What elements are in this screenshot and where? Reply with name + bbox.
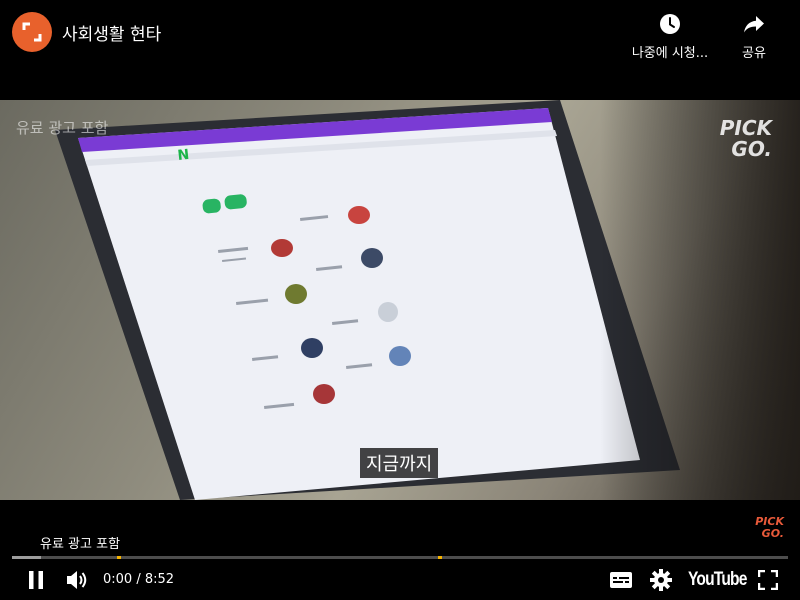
ad-marker (438, 556, 442, 559)
paid-promotion-label[interactable]: 유료 광고 포함 (40, 533, 120, 552)
video-title[interactable]: 사회생활 현타 (62, 20, 161, 45)
pause-icon (29, 571, 43, 589)
mini-logo-line-2: GO. (761, 527, 784, 540)
buffered-progress (12, 556, 41, 559)
channel-watermark[interactable]: PICK GO. (755, 516, 784, 540)
video-player[interactable]: N 유료 광고 포함 PICK GO. 지금까지 (0, 100, 800, 500)
pickgo-watermark-logo: PICK GO. (720, 118, 772, 160)
progress-bar[interactable] (12, 556, 788, 559)
fullscreen-button[interactable] (756, 568, 780, 592)
volume-icon (67, 571, 87, 589)
share-label: 공유 (742, 46, 766, 61)
ad-marker (117, 556, 121, 559)
top-bar: 사회생활 현타 나중에 시청... 공유 (0, 0, 800, 64)
settings-button[interactable] (649, 568, 673, 592)
logo-line-1: PICK (719, 116, 772, 140)
watch-later-button[interactable]: 나중에 시청... (625, 12, 715, 61)
settings-gear-icon (650, 569, 672, 591)
watch-later-label: 나중에 시청... (631, 46, 709, 61)
subtitles-icon (610, 572, 632, 588)
subtitle-caption: 지금까지 (360, 448, 439, 478)
youtube-logo-button[interactable]: YouTube (688, 569, 747, 591)
laptop-scene-illustration: N (55, 100, 800, 500)
clock-icon (660, 14, 680, 34)
fullscreen-icon (758, 570, 778, 590)
pause-button[interactable] (24, 568, 48, 592)
pickgo-corner-icon (22, 22, 42, 42)
paid-promotion-overlay: 유료 광고 포함 (16, 119, 109, 137)
share-button[interactable]: 공유 (709, 12, 799, 61)
logo-line-2: GO. (731, 137, 772, 161)
svg-text:N: N (177, 147, 190, 164)
mute-button[interactable] (64, 568, 90, 592)
time-display: 0:00 / 8:52 (103, 572, 175, 587)
subtitles-button[interactable] (609, 568, 633, 592)
channel-avatar[interactable] (12, 12, 52, 52)
share-arrow-icon (744, 16, 764, 33)
